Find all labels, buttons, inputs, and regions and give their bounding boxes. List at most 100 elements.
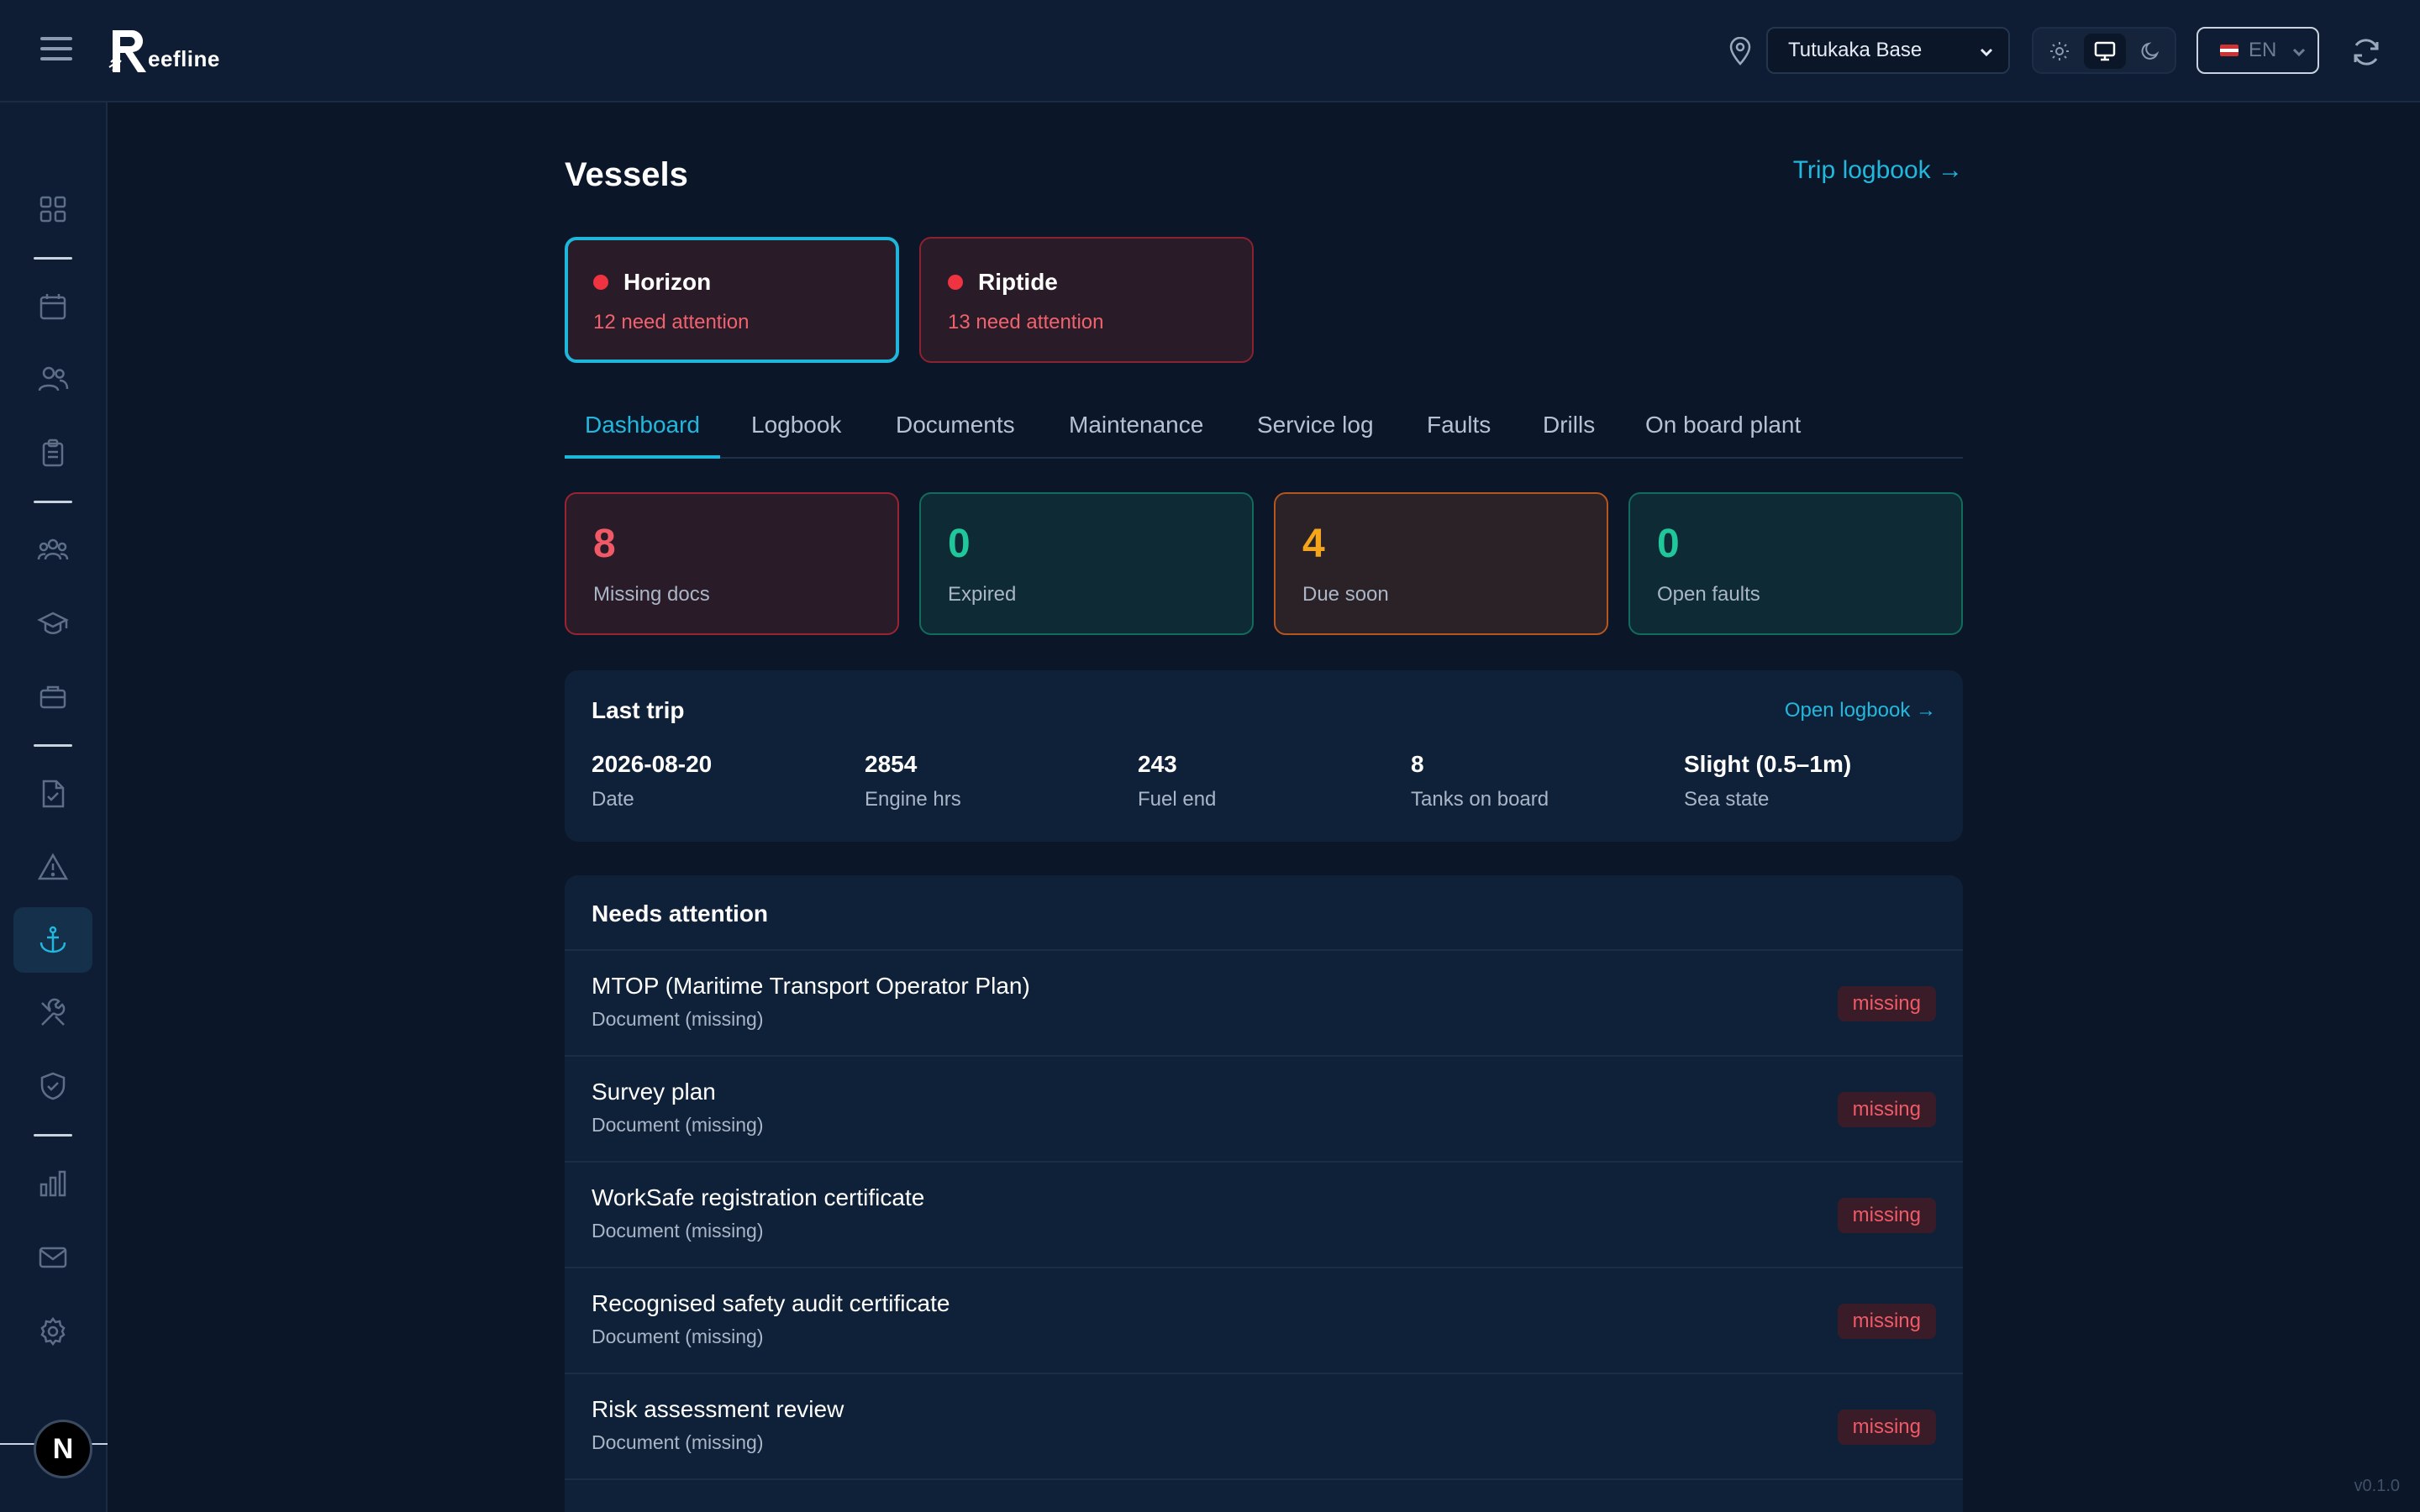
user-avatar-initial: N	[52, 1432, 74, 1465]
sidebar	[0, 102, 108, 1512]
logo-text: eefline	[148, 46, 220, 71]
sidebar-item-messages[interactable]	[13, 1225, 92, 1290]
stat-card-due-soon[interactable]: 4 Due soon	[1274, 492, 1608, 635]
stat-card-open-faults[interactable]: 0 Open faults	[1628, 492, 1963, 635]
sidebar-item-clipboard[interactable]	[13, 420, 92, 486]
list-item[interactable]: Risk assessment review Document (missing…	[565, 1374, 1963, 1480]
team-icon	[37, 538, 69, 560]
sidebar-item-vessels[interactable]	[13, 907, 92, 973]
last-trip-title: Last trip	[592, 697, 685, 723]
clipboard-icon	[42, 438, 64, 467]
user-avatar[interactable]: N	[34, 1420, 92, 1478]
top-bar: eefline Tutukaka Base EN	[0, 0, 2420, 102]
tab-faults[interactable]: Faults	[1427, 407, 1491, 459]
menu-icon[interactable]	[40, 37, 72, 66]
briefcase-icon	[39, 685, 66, 709]
sidebar-divider	[34, 744, 72, 747]
tools-icon	[41, 998, 66, 1026]
sidebar-item-calendar[interactable]	[13, 274, 92, 339]
sidebar-item-crew[interactable]	[13, 517, 92, 583]
sidebar-item-compliance[interactable]	[13, 1053, 92, 1119]
sun-icon	[2050, 42, 2069, 60]
sidebar-divider	[34, 1134, 72, 1137]
list-item[interactable]: MTOP (Maritime Transport Operator Plan) …	[565, 951, 1963, 1057]
file-check-icon	[42, 780, 65, 808]
sidebar-item-settings[interactable]	[13, 1299, 92, 1364]
item-title: Recognised safety audit certificate	[592, 1290, 950, 1316]
stat-card-expired[interactable]: 0 Expired	[919, 492, 1254, 635]
item-subtitle: Document (missing)	[592, 1008, 764, 1030]
dark-theme-button[interactable]	[2129, 34, 2171, 69]
open-logbook-link[interactable]: Open logbook →	[1785, 699, 1936, 722]
tab-dashboard[interactable]: Dashboard	[565, 407, 720, 459]
item-title: WorkSafe registration certificate	[592, 1184, 925, 1210]
stat-label: Missing docs	[593, 583, 710, 606]
needs-attention-panel: Needs attention MTOP (Maritime Transport…	[565, 875, 1963, 1512]
language-select[interactable]: EN	[2196, 27, 2319, 74]
stat-value: 8	[593, 522, 616, 566]
status-dot	[948, 275, 963, 290]
sidebar-item-inventory[interactable]	[13, 664, 92, 729]
item-title: Survey plan	[592, 1079, 716, 1105]
mail-icon	[39, 1247, 67, 1268]
sidebar-item-dashboard[interactable]	[13, 176, 92, 242]
uk-flag-icon	[2220, 45, 2238, 56]
trip-field-label: Date	[592, 788, 634, 811]
theme-toggle	[2032, 27, 2176, 74]
item-subtitle: Document (missing)	[592, 1431, 764, 1453]
sidebar-item-checklists[interactable]	[13, 761, 92, 827]
trip-field-value: 8	[1411, 751, 1424, 777]
trip-field-engine-hrs: 2854 Engine hrs	[865, 751, 961, 811]
trip-field-value: Slight (0.5–1m)	[1684, 751, 1852, 777]
trip-field-tanks: 8 Tanks on board	[1411, 751, 1549, 811]
tab-on-board-plant[interactable]: On board plant	[1645, 407, 1801, 459]
trip-field-sea-state: Slight (0.5–1m) Sea state	[1684, 751, 1851, 811]
system-theme-button[interactable]	[2084, 34, 2126, 69]
gear-icon	[40, 1316, 66, 1347]
status-badge: missing	[1837, 1092, 1936, 1127]
tab-maintenance[interactable]: Maintenance	[1069, 407, 1203, 459]
item-subtitle: Document (missing)	[592, 1114, 764, 1136]
moon-icon	[2141, 42, 2160, 60]
sidebar-item-maintenance[interactable]	[13, 981, 92, 1047]
chevron-down-icon	[2292, 48, 2306, 57]
sidebar-item-incidents[interactable]	[13, 835, 92, 900]
trip-field-label: Engine hrs	[865, 788, 961, 811]
base-select-value: Tutukaka Base	[1788, 39, 1923, 61]
tab-logbook[interactable]: Logbook	[751, 407, 841, 459]
list-item[interactable]: WorkSafe registration certificate Docume…	[565, 1163, 1963, 1268]
item-subtitle: Document (missing)	[592, 1220, 764, 1242]
trip-logbook-link[interactable]: Trip logbook →	[1793, 156, 1963, 185]
list-item[interactable]: Survey plan Document (missing) missing	[565, 1057, 1963, 1163]
last-trip-panel: Last trip Open logbook → 2026-08-20 Date…	[565, 670, 1963, 842]
location-pin-icon	[1729, 37, 1751, 66]
vessel-card-riptide[interactable]: Riptide 13 need attention	[919, 237, 1254, 363]
list-item[interactable]: Recognised safety audit certificate Docu…	[565, 1268, 1963, 1374]
status-dot	[593, 275, 608, 290]
sidebar-item-reports[interactable]	[13, 1151, 92, 1216]
page-title: Vessels	[565, 156, 688, 193]
trip-field-label: Sea state	[1684, 788, 1770, 811]
sidebar-item-people[interactable]	[13, 346, 92, 412]
tab-drills[interactable]: Drills	[1543, 407, 1595, 459]
tab-documents[interactable]: Documents	[896, 407, 1015, 459]
status-badge: missing	[1837, 1198, 1936, 1233]
stat-label: Due soon	[1302, 583, 1389, 606]
vessel-attention-count: 12 need attention	[593, 311, 750, 333]
stat-card-missing-docs[interactable]: 8 Missing docs	[565, 492, 899, 635]
tab-service-log[interactable]: Service log	[1257, 407, 1374, 459]
trip-field-value: 243	[1138, 751, 1177, 777]
language-value: EN	[2249, 39, 2277, 61]
sidebar-divider	[34, 501, 72, 503]
vessel-attention-count: 13 need attention	[948, 311, 1104, 333]
vessel-card-horizon[interactable]: Horizon 12 need attention	[565, 237, 899, 363]
base-select[interactable]: Tutukaka Base	[1766, 27, 2010, 74]
item-title: MTOP (Maritime Transport Operator Plan)	[592, 973, 1030, 999]
app-logo[interactable]: eefline	[108, 25, 220, 76]
sidebar-item-training[interactable]	[13, 591, 92, 657]
refresh-icon[interactable]	[2349, 35, 2383, 69]
trip-field-fuel-end: 243 Fuel end	[1138, 751, 1216, 811]
logo-mark-icon	[108, 29, 146, 72]
light-theme-button[interactable]	[2039, 34, 2081, 69]
graduation-cap-icon	[37, 612, 69, 634]
